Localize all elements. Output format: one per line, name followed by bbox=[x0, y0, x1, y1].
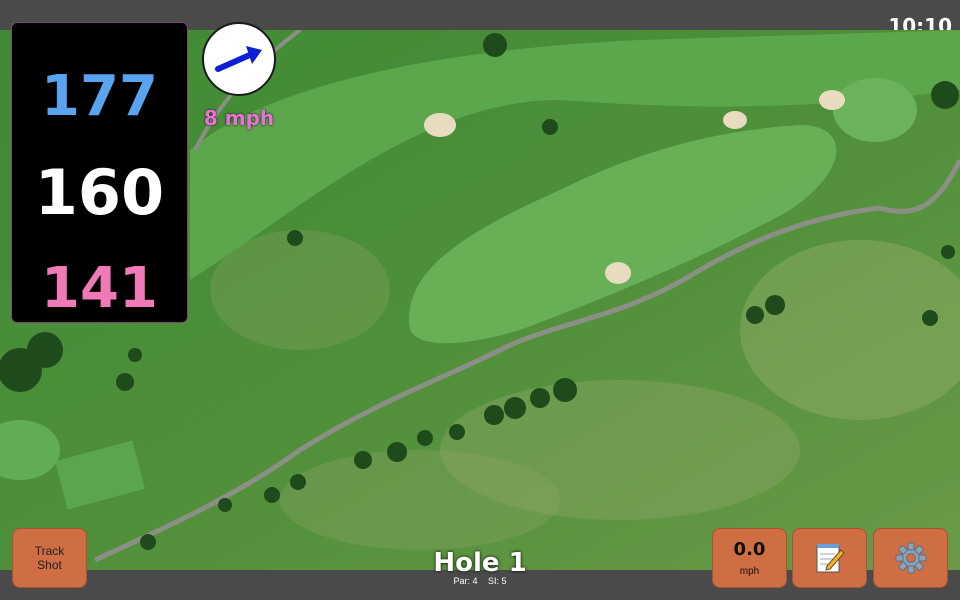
speed-value: 0.0 bbox=[733, 539, 766, 560]
track-shot-label-line2: Shot bbox=[37, 558, 62, 572]
wind-direction-indicator bbox=[202, 22, 276, 96]
middle-of-green-distance: 160 bbox=[34, 156, 165, 229]
scorecard-notes-button[interactable] bbox=[792, 528, 867, 588]
speed-unit: mph bbox=[739, 566, 760, 577]
hole-title: Hole 1 bbox=[433, 548, 527, 578]
front-of-green-distance: 141 bbox=[41, 256, 158, 321]
back-of-green-distance: 177 bbox=[41, 64, 158, 129]
speed-button[interactable]: 0.0 mph bbox=[712, 528, 787, 588]
gear-icon bbox=[895, 542, 926, 574]
notepad-icon bbox=[816, 544, 845, 573]
settings-button[interactable] bbox=[873, 528, 948, 588]
hole-par: Par: 4 bbox=[453, 576, 478, 586]
arrow-up-right-icon bbox=[215, 46, 262, 72]
hole-info: Par: 4 SI: 5 bbox=[380, 576, 580, 586]
hole-stroke-index: SI: 5 bbox=[488, 576, 507, 586]
distance-panel: 177 160 141 bbox=[11, 22, 188, 323]
wind-speed: 8 mph bbox=[203, 106, 275, 130]
track-shot-label-line1: Track bbox=[34, 544, 65, 558]
track-shot-button[interactable]: Track Shot bbox=[12, 528, 87, 588]
